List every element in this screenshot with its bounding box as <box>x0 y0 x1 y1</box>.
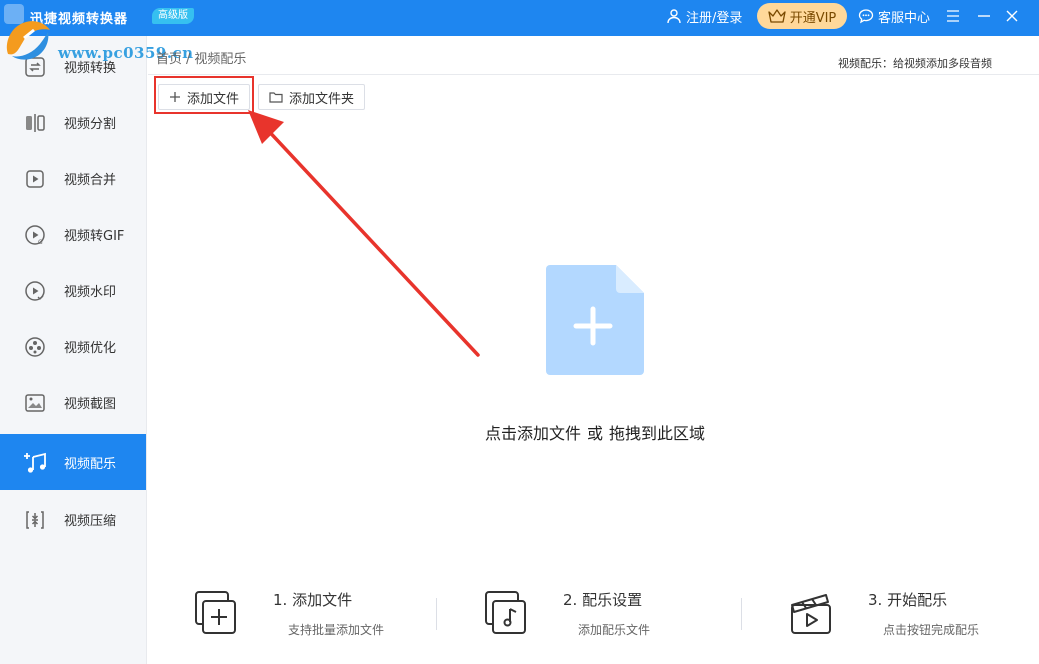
dropzone-text[interactable]: 点击添加文件或拖拽到此区域 <box>400 420 790 444</box>
annotation-arrow <box>248 110 480 357</box>
optimize-icon <box>22 334 48 360</box>
sidebar-item-split[interactable]: 视频分割 <box>0 94 146 150</box>
sidebar-item-watermark[interactable]: 视频水印 <box>0 262 146 318</box>
sidebar-item-compress[interactable]: 视频压缩 <box>0 491 146 547</box>
files-add-icon <box>195 591 236 634</box>
close-icon <box>1006 10 1018 22</box>
page-description: 视频配乐：给视频添加多段音频 <box>838 57 992 70</box>
step-title: 1. 添加文件 <box>273 591 353 609</box>
sidebar-item-label: 视频合并 <box>64 173 117 188</box>
breadcrumb: 首页 / 视频配乐 <box>156 48 246 67</box>
minimize-icon <box>978 15 990 17</box>
sidebar-item-label: 视频转换 <box>64 61 117 76</box>
sidebar-item-optimize[interactable]: 视频优化 <box>0 318 146 374</box>
file-add-icon <box>546 265 644 375</box>
app-title: 迅捷视频转换器 <box>30 12 129 27</box>
sidebar-item-screenshot[interactable]: 视频截图 <box>0 374 146 430</box>
dropzone-drag-text: 拖拽到此区域 <box>609 424 706 443</box>
register-login-link[interactable]: 注册/登录 <box>666 0 742 32</box>
customer-service-label: 客服中心 <box>878 10 931 26</box>
merge-icon <box>22 166 48 192</box>
breadcrumb-current: 视频配乐 <box>194 52 247 67</box>
step-description: 点击按钮完成配乐 <box>883 623 980 637</box>
clapperboard-icon <box>791 594 831 634</box>
breadcrumb-separator: / <box>186 52 191 67</box>
vip-button[interactable]: 开通VIP <box>757 3 847 29</box>
menu-button[interactable] <box>942 5 964 27</box>
step-title: 2. 配乐设置 <box>563 591 643 609</box>
step-divider <box>741 598 742 630</box>
sidebar-item-label: 视频转GIF <box>64 229 125 244</box>
dropzone-click-text: 点击添加文件 <box>484 424 581 443</box>
sidebar: 视频转换 视频分割 视频合并 G 视频转GIF 视频水印 视频优化 视频截图 视… <box>0 36 147 664</box>
app-logo <box>4 4 24 24</box>
convert-icon <box>22 54 48 80</box>
step-divider <box>436 598 437 630</box>
title-bar: 迅捷视频转换器 高级版 注册/登录 开通VIP 客服中心 <box>0 0 1039 36</box>
vip-label: 开通VIP <box>789 10 837 26</box>
user-icon <box>667 9 681 24</box>
sidebar-item-label: 视频配乐 <box>64 457 117 472</box>
add-file-dropzone-icon[interactable] <box>546 265 644 379</box>
highlight-box <box>154 76 254 114</box>
register-login-label: 注册/登录 <box>686 10 743 26</box>
sidebar-item-gif[interactable]: G 视频转GIF <box>0 206 146 262</box>
watermark-icon <box>22 278 48 304</box>
step-description: 支持批量添加文件 <box>288 623 385 637</box>
music-file-icon <box>485 591 526 634</box>
breadcrumb-home[interactable]: 首页 <box>156 52 182 67</box>
sidebar-item-label: 视频压缩 <box>64 514 117 529</box>
crown-icon <box>768 9 786 23</box>
gif-icon: G <box>22 222 48 248</box>
step-title: 3. 开始配乐 <box>868 591 948 609</box>
music-icon <box>22 450 48 476</box>
minimize-button[interactable] <box>973 5 995 27</box>
split-icon <box>22 110 48 136</box>
compress-icon <box>22 507 48 533</box>
svg-text:G: G <box>38 239 43 246</box>
sidebar-item-label: 视频优化 <box>64 341 117 356</box>
sidebar-item-music[interactable]: 视频配乐 <box>0 434 146 490</box>
sidebar-item-label: 视频分割 <box>64 117 117 132</box>
close-button[interactable] <box>1001 5 1023 27</box>
sidebar-item-label: 视频截图 <box>64 397 117 412</box>
chat-icon <box>858 9 874 24</box>
customer-service-link[interactable]: 客服中心 <box>858 0 930 32</box>
step-music-settings: 2. 配乐设置 添加配乐文件 <box>483 585 703 645</box>
step-description: 添加配乐文件 <box>578 623 651 637</box>
sidebar-item-convert[interactable]: 视频转换 <box>0 38 146 94</box>
divider <box>148 74 1039 75</box>
menu-icon <box>947 10 959 22</box>
dropzone-or-text: 或 <box>586 424 603 443</box>
sidebar-item-label: 视频水印 <box>64 285 117 300</box>
sidebar-item-merge[interactable]: 视频合并 <box>0 150 146 206</box>
screenshot-icon <box>22 390 48 416</box>
step-start-music: 3. 开始配乐 点击按钮完成配乐 <box>788 585 1018 645</box>
step-add-file: 1. 添加文件 支持批量添加文件 <box>193 585 413 645</box>
version-badge: 高级版 <box>152 8 194 24</box>
